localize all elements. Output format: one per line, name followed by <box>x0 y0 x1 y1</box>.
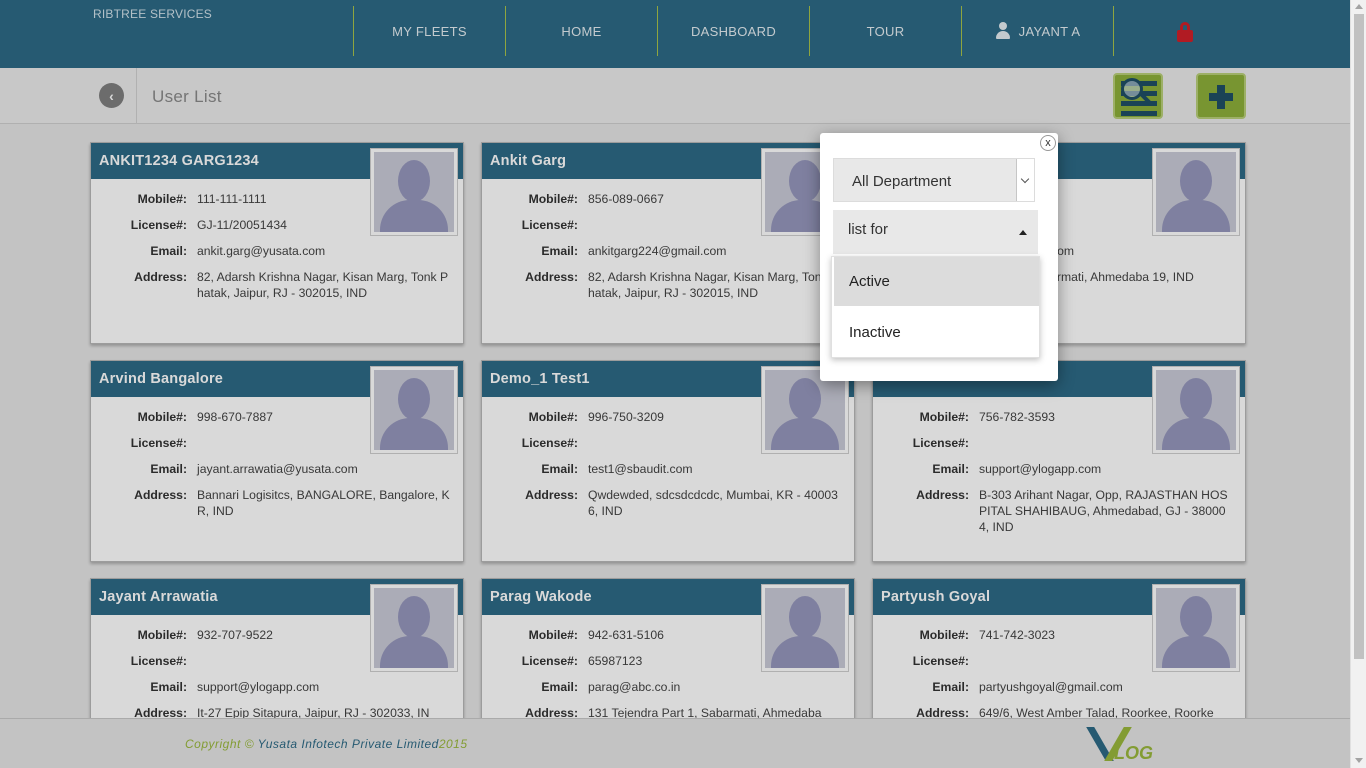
department-select-value: All Department <box>852 173 952 190</box>
page-scrollbar[interactable] <box>1350 0 1366 768</box>
scroll-down-arrow-icon[interactable] <box>1355 758 1363 763</box>
option-inactive[interactable]: Inactive <box>834 308 1039 357</box>
close-modal-button[interactable]: x <box>1040 135 1056 151</box>
scroll-thumb[interactable] <box>1354 14 1364 659</box>
status-select[interactable]: list for <box>833 210 1038 254</box>
caret-up-icon <box>1019 230 1027 235</box>
modal-overlay[interactable] <box>0 0 1350 768</box>
department-select[interactable]: All Department <box>833 158 1035 202</box>
status-dropdown: Active Inactive <box>831 256 1040 358</box>
status-select-value: list for <box>848 221 889 238</box>
scroll-up-arrow-icon[interactable] <box>1355 4 1363 9</box>
option-active[interactable]: Active <box>834 257 1039 306</box>
chevron-down-icon <box>1016 159 1034 201</box>
